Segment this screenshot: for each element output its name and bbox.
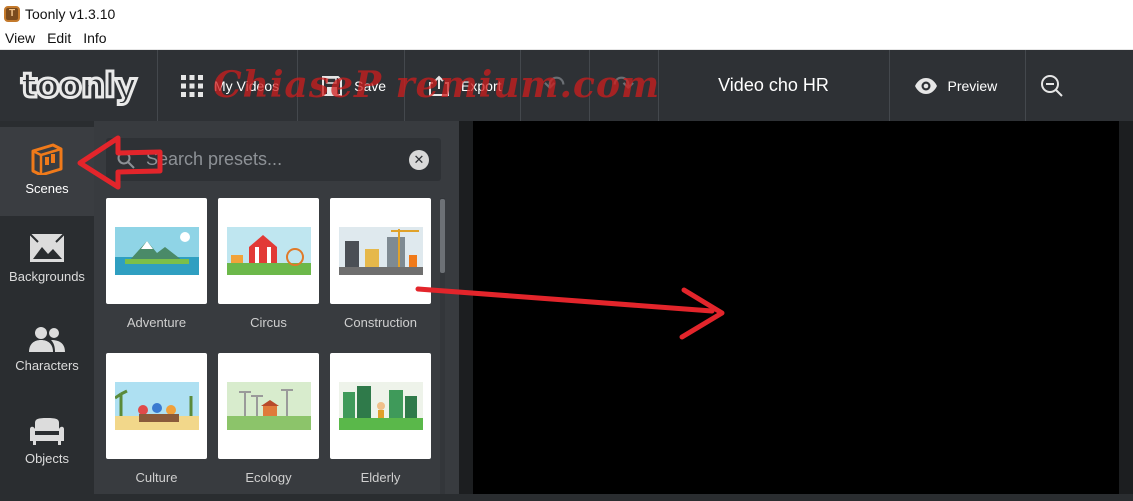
grid-icon	[180, 74, 204, 98]
canvas-right-edge	[1119, 121, 1133, 501]
elderly-thumbnail	[338, 382, 423, 430]
zoom-out-button[interactable]	[1026, 50, 1066, 121]
preset-card-circus[interactable]	[218, 198, 319, 304]
construction-thumbnail	[338, 227, 423, 275]
menu-view[interactable]: View	[0, 30, 41, 46]
menu-bar: View Edit Info	[0, 27, 1133, 50]
save-button[interactable]: Save	[298, 50, 404, 121]
preview-button[interactable]: Preview	[890, 50, 1026, 121]
scenes-icon	[31, 143, 63, 175]
nav-characters[interactable]: Characters	[0, 326, 94, 386]
preset-label-elderly: Elderly	[360, 470, 401, 485]
preset-card-construction[interactable]	[330, 198, 431, 304]
timeline-resize-handle[interactable]	[0, 494, 1133, 501]
circus-thumbnail	[226, 227, 311, 275]
my-videos-button[interactable]: My Videos	[158, 50, 297, 121]
nav-backgrounds[interactable]: Backgrounds	[0, 233, 94, 293]
preset-card-ecology[interactable]	[218, 353, 319, 459]
nav-characters-label: Characters	[15, 358, 79, 373]
nav-scenes[interactable]: Scenes	[0, 127, 94, 216]
undo-button[interactable]: ↶	[521, 50, 589, 121]
presets-panel: Search presets... ✕ Adventure Circus Con…	[94, 121, 459, 501]
nav-objects-label: Objects	[24, 451, 70, 466]
redo-button[interactable]: ↷	[590, 50, 658, 121]
undo-icon: ↶	[543, 70, 566, 100]
export-label: Export	[461, 77, 502, 94]
zoom-out-icon	[1041, 74, 1064, 97]
nav-scenes-label: Scenes	[25, 181, 69, 196]
clear-search-icon[interactable]: ✕	[409, 149, 429, 170]
title-bar: T Toonly v1.3.10	[0, 0, 1133, 27]
toonly-logo: toonly	[20, 64, 139, 107]
preset-card-culture[interactable]	[106, 353, 207, 459]
preset-label-ecology: Ecology	[245, 470, 292, 485]
menu-edit[interactable]: Edit	[41, 30, 77, 46]
export-icon	[427, 74, 451, 98]
eye-icon	[914, 74, 938, 98]
search-icon	[106, 151, 146, 169]
adventure-thumbnail	[114, 227, 199, 275]
my-videos-label: My Videos	[214, 77, 280, 94]
video-title[interactable]: Video cho HR	[659, 50, 889, 121]
preset-label-construction: Construction	[344, 315, 417, 330]
objects-icon	[30, 418, 64, 445]
redo-icon: ↷	[612, 70, 635, 100]
menu-info[interactable]: Info	[77, 30, 112, 46]
preset-card-adventure[interactable]	[106, 198, 207, 304]
preset-label-adventure: Adventure	[126, 315, 187, 330]
toolbar: toonly My Videos Save Export ↶ ↷ Video c…	[0, 50, 1133, 121]
search-bar[interactable]: Search presets... ✕	[106, 138, 441, 181]
nav-objects[interactable]: Objects	[0, 417, 94, 477]
characters-icon	[29, 327, 65, 352]
app-logo-icon: T	[4, 5, 20, 22]
export-button[interactable]: Export	[405, 50, 519, 121]
preset-label-culture: Culture	[135, 470, 178, 485]
left-nav: Scenes Backgrounds Characters Objects	[0, 121, 94, 501]
preset-card-elderly[interactable]	[330, 353, 431, 459]
search-input[interactable]: Search presets...	[146, 149, 409, 170]
preview-label: Preview	[947, 77, 998, 94]
culture-thumbnail	[114, 382, 199, 430]
presets-scrollbar-thumb[interactable]	[440, 199, 445, 273]
scene-canvas[interactable]	[459, 121, 1133, 501]
save-label: Save	[354, 77, 387, 94]
save-icon	[320, 74, 344, 98]
preset-label-circus: Circus	[250, 315, 287, 330]
window-title: Toonly v1.3.10	[25, 5, 116, 22]
backgrounds-icon	[29, 233, 65, 262]
nav-backgrounds-label: Backgrounds	[9, 269, 85, 284]
ecology-thumbnail	[226, 382, 311, 430]
